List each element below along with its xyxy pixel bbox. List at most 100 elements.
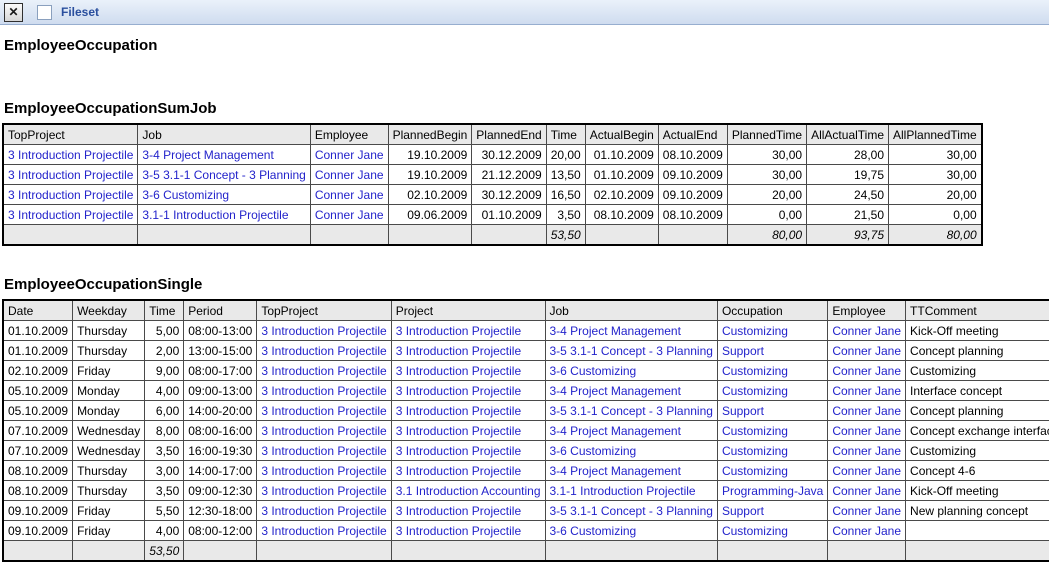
project-link[interactable]: 3 Introduction Projectile <box>396 344 521 358</box>
job-link[interactable]: 3-5 3.1-1 Concept - 3 Planning <box>550 344 713 358</box>
job-link[interactable]: 3-4 Project Management <box>550 324 681 338</box>
occupation-link[interactable]: Customizing <box>722 444 788 458</box>
job-link[interactable]: 3-4 Project Management <box>550 384 681 398</box>
employee-link[interactable]: Conner Jane <box>832 504 901 518</box>
cell-employee[interactable]: Conner Jane <box>310 205 388 225</box>
job-link[interactable]: 3-6 Customizing <box>550 524 637 538</box>
cell-topproject[interactable]: 3 Introduction Projectile <box>257 521 391 541</box>
cell-occupation[interactable]: Customizing <box>717 361 827 381</box>
cell-employee[interactable]: Conner Jane <box>828 521 906 541</box>
topproject-link[interactable]: 3 Introduction Projectile <box>261 464 386 478</box>
cell-project[interactable]: 3 Introduction Projectile <box>391 321 545 341</box>
project-link[interactable]: 3 Introduction Projectile <box>396 464 521 478</box>
cell-employee[interactable]: Conner Jane <box>828 381 906 401</box>
cell-topproject[interactable]: 3 Introduction Projectile <box>3 185 138 205</box>
occupation-link[interactable]: Support <box>722 344 764 358</box>
cell-project[interactable]: 3 Introduction Projectile <box>391 501 545 521</box>
occupation-link[interactable]: Customizing <box>722 524 788 538</box>
cell-employee[interactable]: Conner Jane <box>828 341 906 361</box>
topproject-link[interactable]: 3 Introduction Projectile <box>261 424 386 438</box>
cell-employee[interactable]: Conner Jane <box>310 145 388 165</box>
job-link[interactable]: 3-6 Customizing <box>142 188 229 202</box>
employee-link[interactable]: Conner Jane <box>832 444 901 458</box>
project-link[interactable]: 3 Introduction Projectile <box>396 324 521 338</box>
topproject-link[interactable]: 3 Introduction Projectile <box>8 168 133 182</box>
cell-job[interactable]: 3-6 Customizing <box>545 521 717 541</box>
occupation-link[interactable]: Support <box>722 504 764 518</box>
employee-link[interactable]: Conner Jane <box>832 464 901 478</box>
cell-job[interactable]: 3-5 3.1-1 Concept - 3 Planning <box>545 401 717 421</box>
job-link[interactable]: 3.1-1 Introduction Projectile <box>550 484 696 498</box>
topproject-link[interactable]: 3 Introduction Projectile <box>261 504 386 518</box>
cell-employee[interactable]: Conner Jane <box>310 185 388 205</box>
cell-occupation[interactable]: Support <box>717 341 827 361</box>
employee-link[interactable]: Conner Jane <box>315 208 384 222</box>
cell-project[interactable]: 3 Introduction Projectile <box>391 441 545 461</box>
cell-project[interactable]: 3.1 Introduction Accounting <box>391 481 545 501</box>
cell-job[interactable]: 3-5 3.1-1 Concept - 3 Planning <box>545 341 717 361</box>
employee-link[interactable]: Conner Jane <box>832 344 901 358</box>
employee-link[interactable]: Conner Jane <box>832 324 901 338</box>
topproject-link[interactable]: 3 Introduction Projectile <box>261 444 386 458</box>
cell-occupation[interactable]: Customizing <box>717 461 827 481</box>
employee-link[interactable]: Conner Jane <box>315 148 384 162</box>
cell-topproject[interactable]: 3 Introduction Projectile <box>257 481 391 501</box>
cell-topproject[interactable]: 3 Introduction Projectile <box>257 501 391 521</box>
cell-job[interactable]: 3.1-1 Introduction Projectile <box>545 481 717 501</box>
cell-topproject[interactable]: 3 Introduction Projectile <box>3 165 138 185</box>
cell-topproject[interactable]: 3 Introduction Projectile <box>257 461 391 481</box>
cell-job[interactable]: 3-4 Project Management <box>545 321 717 341</box>
cell-project[interactable]: 3 Introduction Projectile <box>391 381 545 401</box>
cell-project[interactable]: 3 Introduction Projectile <box>391 461 545 481</box>
cell-occupation[interactable]: Customizing <box>717 441 827 461</box>
cell-occupation[interactable]: Customizing <box>717 521 827 541</box>
cell-occupation[interactable]: Customizing <box>717 321 827 341</box>
cell-project[interactable]: 3 Introduction Projectile <box>391 361 545 381</box>
job-link[interactable]: 3.1-1 Introduction Projectile <box>142 208 288 222</box>
cell-employee[interactable]: Conner Jane <box>828 401 906 421</box>
project-link[interactable]: 3 Introduction Projectile <box>396 404 521 418</box>
cell-occupation[interactable]: Customizing <box>717 381 827 401</box>
cell-topproject[interactable]: 3 Introduction Projectile <box>257 441 391 461</box>
cell-job[interactable]: 3-6 Customizing <box>545 361 717 381</box>
topproject-link[interactable]: 3 Introduction Projectile <box>261 484 386 498</box>
job-link[interactable]: 3-5 3.1-1 Concept - 3 Planning <box>550 504 713 518</box>
fileset-tab-label[interactable]: Fileset <box>61 5 99 19</box>
cell-job[interactable]: 3-6 Customizing <box>545 441 717 461</box>
cell-topproject[interactable]: 3 Introduction Projectile <box>257 421 391 441</box>
employee-link[interactable]: Conner Jane <box>832 524 901 538</box>
project-link[interactable]: 3.1 Introduction Accounting <box>396 484 541 498</box>
occupation-link[interactable]: Customizing <box>722 364 788 378</box>
cell-employee[interactable]: Conner Jane <box>828 481 906 501</box>
occupation-link[interactable]: Customizing <box>722 464 788 478</box>
employee-link[interactable]: Conner Jane <box>832 484 901 498</box>
close-button[interactable]: ✕ <box>4 3 23 22</box>
cell-job[interactable]: 3.1-1 Introduction Projectile <box>138 205 310 225</box>
cell-topproject[interactable]: 3 Introduction Projectile <box>257 341 391 361</box>
project-link[interactable]: 3 Introduction Projectile <box>396 424 521 438</box>
cell-project[interactable]: 3 Introduction Projectile <box>391 421 545 441</box>
topproject-link[interactable]: 3 Introduction Projectile <box>261 404 386 418</box>
cell-occupation[interactable]: Programming-Java <box>717 481 827 501</box>
cell-job[interactable]: 3-6 Customizing <box>138 185 310 205</box>
occupation-link[interactable]: Customizing <box>722 424 788 438</box>
cell-topproject[interactable]: 3 Introduction Projectile <box>257 401 391 421</box>
cell-project[interactable]: 3 Introduction Projectile <box>391 401 545 421</box>
cell-job[interactable]: 3-4 Project Management <box>545 421 717 441</box>
project-link[interactable]: 3 Introduction Projectile <box>396 504 521 518</box>
cell-topproject[interactable]: 3 Introduction Projectile <box>3 145 138 165</box>
job-link[interactable]: 3-5 3.1-1 Concept - 3 Planning <box>142 168 305 182</box>
job-link[interactable]: 3-4 Project Management <box>550 424 681 438</box>
employee-link[interactable]: Conner Jane <box>832 364 901 378</box>
cell-topproject[interactable]: 3 Introduction Projectile <box>257 361 391 381</box>
cell-employee[interactable]: Conner Jane <box>828 321 906 341</box>
topproject-link[interactable]: 3 Introduction Projectile <box>261 364 386 378</box>
cell-employee[interactable]: Conner Jane <box>828 461 906 481</box>
cell-job[interactable]: 3-5 3.1-1 Concept - 3 Planning <box>545 501 717 521</box>
cell-occupation[interactable]: Support <box>717 401 827 421</box>
cell-job[interactable]: 3-4 Project Management <box>138 145 310 165</box>
occupation-link[interactable]: Support <box>722 404 764 418</box>
cell-employee[interactable]: Conner Jane <box>828 361 906 381</box>
occupation-link[interactable]: Customizing <box>722 384 788 398</box>
topproject-link[interactable]: 3 Introduction Projectile <box>261 524 386 538</box>
